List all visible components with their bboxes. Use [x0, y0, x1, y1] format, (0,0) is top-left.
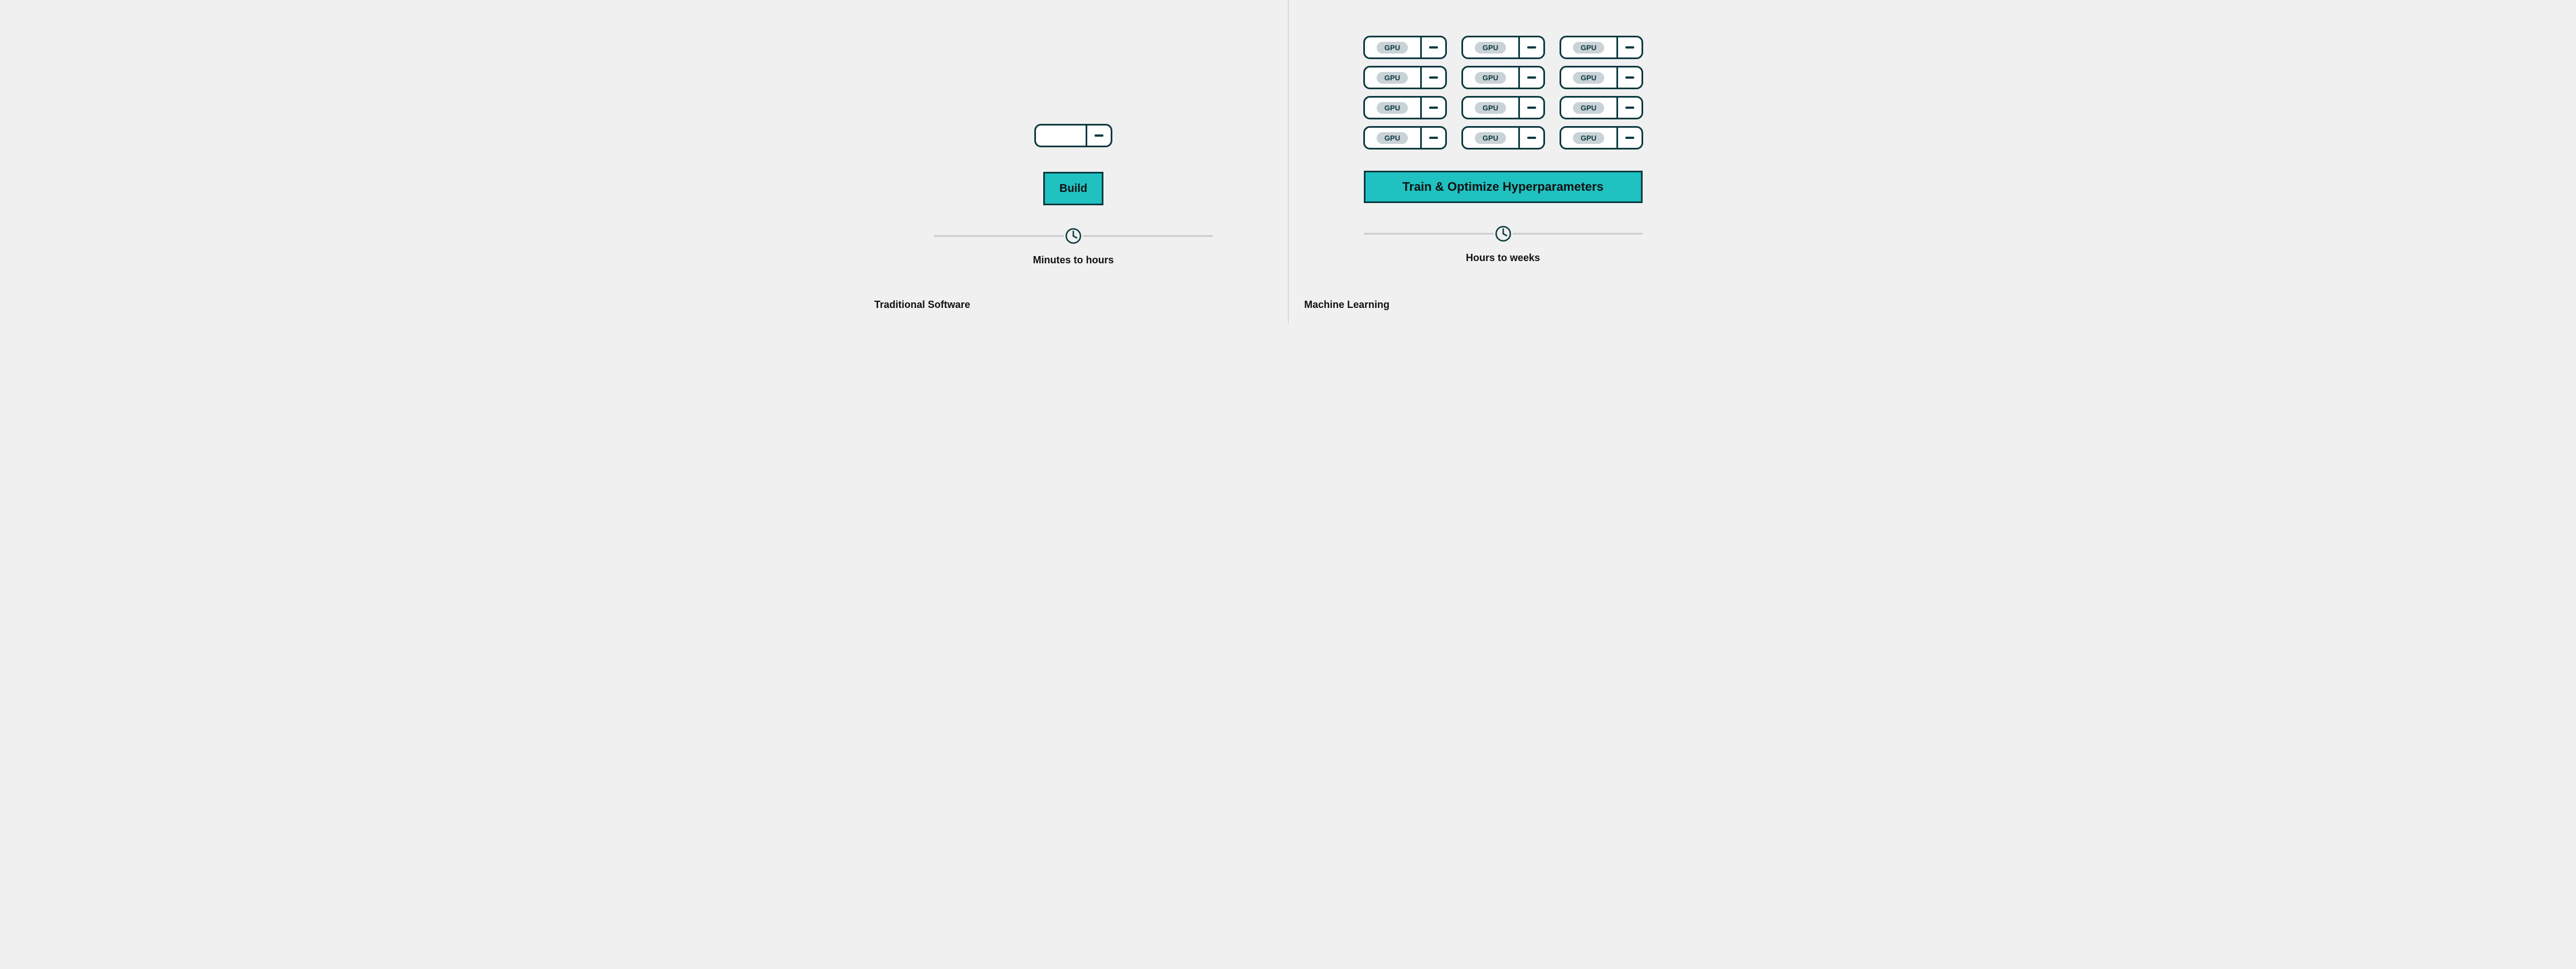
gpu-slot-left: GPU	[1561, 37, 1616, 57]
right-caption: Machine Learning	[1304, 299, 1389, 311]
left-time-label: Minutes to hours	[1033, 254, 1114, 266]
gpu-slot-right	[1520, 128, 1543, 148]
gpu-chip: GPU	[1461, 36, 1545, 59]
train-action: Train & Optimize Hyperparameters	[1364, 171, 1643, 203]
minus-icon	[1527, 46, 1536, 49]
gpu-chip: GPU	[1461, 126, 1545, 150]
gpu-chip: GPU	[1363, 96, 1447, 119]
right-timeline: Hours to weeks	[1364, 225, 1643, 264]
gpu-pill: GPU	[1573, 72, 1604, 84]
gpu-chip: GPU	[1560, 126, 1643, 150]
gpu-slot-left: GPU	[1365, 68, 1420, 88]
clock-icon	[1064, 226, 1083, 245]
gpu-pill: GPU	[1377, 132, 1408, 144]
gpu-pill: GPU	[1377, 102, 1408, 114]
server-slot-left	[1036, 126, 1086, 146]
gpu-slot-left: GPU	[1463, 68, 1518, 88]
left-caption: Traditional Software	[874, 299, 970, 311]
minus-icon	[1527, 76, 1536, 79]
gpu-chip: GPU	[1560, 66, 1643, 89]
gpu-slot-left: GPU	[1561, 98, 1616, 118]
gpu-pill: GPU	[1573, 42, 1604, 54]
gpu-slot-left: GPU	[1561, 68, 1616, 88]
minus-icon	[1429, 137, 1438, 139]
gpu-slot-right	[1422, 37, 1445, 57]
clock-icon	[1494, 224, 1513, 243]
gpu-chip: GPU	[1363, 66, 1447, 89]
gpu-slot-left: GPU	[1365, 98, 1420, 118]
gpu-slot-left: GPU	[1463, 128, 1518, 148]
gpu-pill: GPU	[1475, 72, 1506, 84]
minus-icon	[1625, 137, 1634, 139]
gpu-pill: GPU	[1573, 132, 1604, 144]
server-chip	[1034, 124, 1112, 147]
gpu-slot-right	[1520, 68, 1543, 88]
gpu-slot-right	[1520, 37, 1543, 57]
gpu-pill: GPU	[1475, 132, 1506, 144]
gpu-slot-right	[1422, 98, 1445, 118]
gpu-slot-left: GPU	[1365, 128, 1420, 148]
gpu-slot-right	[1520, 98, 1543, 118]
minus-icon	[1095, 134, 1103, 137]
gpu-slot-left: GPU	[1463, 37, 1518, 57]
gpu-pill: GPU	[1475, 42, 1506, 54]
gpu-slot-right	[1618, 98, 1642, 118]
panel-ml: GPU GPU GPU GPU GPU GPU GPU GPU GPU GPU GPU GPU Tra…	[1289, 0, 1717, 323]
comparison-diagram: Build Minutes to hours Traditional Softw…	[859, 0, 1717, 323]
gpu-slot-left: GPU	[1561, 128, 1616, 148]
minus-icon	[1625, 76, 1634, 79]
minus-icon	[1429, 76, 1438, 79]
gpu-slot-right	[1422, 128, 1445, 148]
gpu-chip: GPU	[1363, 36, 1447, 59]
left-timeline: Minutes to hours	[934, 228, 1213, 266]
gpu-slot-left: GPU	[1365, 37, 1420, 57]
build-action: Build	[1043, 172, 1103, 205]
gpu-grid: GPU GPU GPU GPU GPU GPU GPU GPU GPU GPU GPU GPU	[1363, 36, 1643, 150]
gpu-chip: GPU	[1461, 96, 1545, 119]
gpu-chip: GPU	[1560, 36, 1643, 59]
gpu-chip: GPU	[1560, 96, 1643, 119]
gpu-pill: GPU	[1377, 42, 1408, 54]
panel-traditional: Build Minutes to hours Traditional Softw…	[859, 0, 1288, 323]
minus-icon	[1429, 107, 1438, 109]
gpu-slot-right	[1618, 128, 1642, 148]
gpu-chip: GPU	[1363, 126, 1447, 150]
gpu-slot-left: GPU	[1463, 98, 1518, 118]
gpu-slot-right	[1422, 68, 1445, 88]
server-slot-right	[1087, 126, 1111, 146]
minus-icon	[1527, 107, 1536, 109]
minus-icon	[1625, 107, 1634, 109]
gpu-slot-right	[1618, 37, 1642, 57]
gpu-chip: GPU	[1461, 66, 1545, 89]
minus-icon	[1527, 137, 1536, 139]
gpu-pill: GPU	[1573, 102, 1604, 114]
gpu-slot-right	[1618, 68, 1642, 88]
gpu-pill: GPU	[1475, 102, 1506, 114]
right-time-label: Hours to weeks	[1466, 252, 1540, 264]
minus-icon	[1625, 46, 1634, 49]
minus-icon	[1429, 46, 1438, 49]
gpu-pill: GPU	[1377, 72, 1408, 84]
